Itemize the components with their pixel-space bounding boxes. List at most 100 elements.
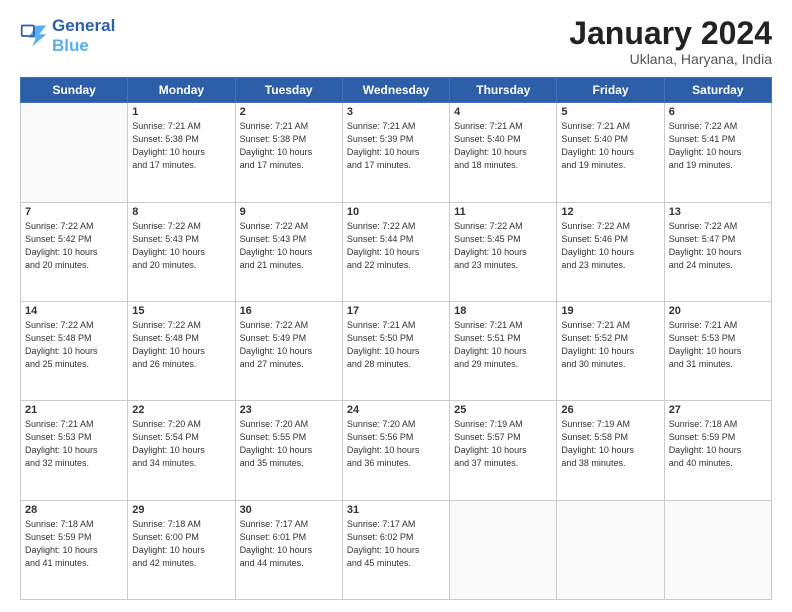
day-info: Sunrise: 7:22 AM Sunset: 5:41 PM Dayligh… xyxy=(669,120,767,172)
day-number: 2 xyxy=(240,106,338,118)
day-number: 21 xyxy=(25,404,123,416)
col-tuesday: Tuesday xyxy=(235,78,342,103)
day-info: Sunrise: 7:21 AM Sunset: 5:39 PM Dayligh… xyxy=(347,120,445,172)
day-number: 20 xyxy=(669,305,767,317)
day-number: 8 xyxy=(132,206,230,218)
logo: General Blue xyxy=(20,16,115,57)
calendar-cell: 29Sunrise: 7:18 AM Sunset: 6:00 PM Dayli… xyxy=(128,500,235,599)
col-sunday: Sunday xyxy=(21,78,128,103)
day-number: 3 xyxy=(347,106,445,118)
day-number: 14 xyxy=(25,305,123,317)
day-info: Sunrise: 7:21 AM Sunset: 5:38 PM Dayligh… xyxy=(240,120,338,172)
calendar-cell: 17 Sunrise: 7:21 AM Sunset: 5:50 PM Dayli… xyxy=(342,301,449,400)
calendar-cell: 13 Sunrise: 7:22 AM Sunset: 5:47 PM Dayli… xyxy=(664,202,771,301)
calendar-cell: 11 Sunrise: 7:22 AM Sunset: 5:45 PM Dayli… xyxy=(450,202,557,301)
title-block: January 2024 Uklana, Haryana, India xyxy=(569,16,772,67)
day-number: 11 xyxy=(454,206,552,218)
day-number: 10 xyxy=(347,206,445,218)
day-info: Sunrise: 7:21 AM Sunset: 5:53 PM Dayligh… xyxy=(669,319,767,371)
logo-icon xyxy=(20,22,48,50)
day-info: Sunrise: 7:22 AM Sunset: 5:46 PM Dayligh… xyxy=(561,220,659,272)
calendar-cell: 30 Sunrise: 7:17 AM Sunset: 6:01 PM Dayli… xyxy=(235,500,342,599)
calendar-cell: 4Sunrise: 7:21 AM Sunset: 5:40 PM Daylig… xyxy=(450,103,557,202)
day-info: Sunrise: 7:22 AM Sunset: 5:43 PM Dayligh… xyxy=(132,220,230,272)
col-friday: Friday xyxy=(557,78,664,103)
day-number: 13 xyxy=(669,206,767,218)
day-info: Sunrise: 7:18 AM Sunset: 5:59 PM Dayligh… xyxy=(669,418,767,470)
calendar-cell: 19 Sunrise: 7:21 AM Sunset: 5:52 PM Dayli… xyxy=(557,301,664,400)
day-info: Sunrise: 7:22 AM Sunset: 5:45 PM Dayligh… xyxy=(454,220,552,272)
calendar-cell: 26Sunrise: 7:19 AM Sunset: 5:58 PM Dayli… xyxy=(557,401,664,500)
day-number: 24 xyxy=(347,404,445,416)
col-monday: Monday xyxy=(128,78,235,103)
calendar-cell: 5 Sunrise: 7:21 AM Sunset: 5:40 PM Daylig… xyxy=(557,103,664,202)
calendar-cell: 27 Sunrise: 7:18 AM Sunset: 5:59 PM Dayli… xyxy=(664,401,771,500)
calendar-cell: 2 Sunrise: 7:21 AM Sunset: 5:38 PM Daylig… xyxy=(235,103,342,202)
day-number: 25 xyxy=(454,404,552,416)
day-info: Sunrise: 7:22 AM Sunset: 5:48 PM Dayligh… xyxy=(132,319,230,371)
calendar-cell: 20 Sunrise: 7:21 AM Sunset: 5:53 PM Dayli… xyxy=(664,301,771,400)
day-number: 26 xyxy=(561,404,659,416)
calendar-cell: 14 Sunrise: 7:22 AM Sunset: 5:48 PM Dayli… xyxy=(21,301,128,400)
calendar-cell: 18 Sunrise: 7:21 AM Sunset: 5:51 PM Dayli… xyxy=(450,301,557,400)
day-number: 15 xyxy=(132,305,230,317)
calendar-cell: 12 Sunrise: 7:22 AM Sunset: 5:46 PM Dayli… xyxy=(557,202,664,301)
day-number: 19 xyxy=(561,305,659,317)
calendar-cell: 7 Sunrise: 7:22 AM Sunset: 5:42 PM Daylig… xyxy=(21,202,128,301)
calendar-week-2: 7 Sunrise: 7:22 AM Sunset: 5:42 PM Daylig… xyxy=(21,202,772,301)
calendar-cell: 9Sunrise: 7:22 AM Sunset: 5:43 PM Daylig… xyxy=(235,202,342,301)
day-number: 28 xyxy=(25,504,123,516)
day-number: 6 xyxy=(669,106,767,118)
calendar-cell xyxy=(450,500,557,599)
calendar-cell: 3 Sunrise: 7:21 AM Sunset: 5:39 PM Daylig… xyxy=(342,103,449,202)
day-info: Sunrise: 7:20 AM Sunset: 5:56 PM Dayligh… xyxy=(347,418,445,470)
calendar-header-row: Sunday Monday Tuesday Wednesday Thursday… xyxy=(21,78,772,103)
day-info: Sunrise: 7:20 AM Sunset: 5:54 PM Dayligh… xyxy=(132,418,230,470)
day-number: 23 xyxy=(240,404,338,416)
day-info: Sunrise: 7:22 AM Sunset: 5:47 PM Dayligh… xyxy=(669,220,767,272)
day-number: 17 xyxy=(347,305,445,317)
page: General Blue January 2024 Uklana, Haryan… xyxy=(0,0,792,612)
day-info: Sunrise: 7:17 AM Sunset: 6:02 PM Dayligh… xyxy=(347,518,445,570)
calendar-cell xyxy=(557,500,664,599)
col-wednesday: Wednesday xyxy=(342,78,449,103)
day-info: Sunrise: 7:19 AM Sunset: 5:57 PM Dayligh… xyxy=(454,418,552,470)
day-number: 18 xyxy=(454,305,552,317)
calendar-cell xyxy=(21,103,128,202)
day-info: Sunrise: 7:22 AM Sunset: 5:44 PM Dayligh… xyxy=(347,220,445,272)
calendar-cell: 23 Sunrise: 7:20 AM Sunset: 5:55 PM Dayli… xyxy=(235,401,342,500)
day-info: Sunrise: 7:18 AM Sunset: 5:59 PM Dayligh… xyxy=(25,518,123,570)
day-number: 30 xyxy=(240,504,338,516)
day-number: 5 xyxy=(561,106,659,118)
day-number: 7 xyxy=(25,206,123,218)
col-thursday: Thursday xyxy=(450,78,557,103)
calendar-cell: 8 Sunrise: 7:22 AM Sunset: 5:43 PM Daylig… xyxy=(128,202,235,301)
day-info: Sunrise: 7:20 AM Sunset: 5:55 PM Dayligh… xyxy=(240,418,338,470)
day-info: Sunrise: 7:17 AM Sunset: 6:01 PM Dayligh… xyxy=(240,518,338,570)
day-info: Sunrise: 7:21 AM Sunset: 5:53 PM Dayligh… xyxy=(25,418,123,470)
calendar-cell: 21 Sunrise: 7:21 AM Sunset: 5:53 PM Dayli… xyxy=(21,401,128,500)
day-number: 27 xyxy=(669,404,767,416)
month-title: January 2024 xyxy=(569,16,772,51)
calendar-cell: 28 Sunrise: 7:18 AM Sunset: 5:59 PM Dayli… xyxy=(21,500,128,599)
calendar-week-3: 14 Sunrise: 7:22 AM Sunset: 5:48 PM Dayli… xyxy=(21,301,772,400)
day-info: Sunrise: 7:21 AM Sunset: 5:50 PM Dayligh… xyxy=(347,319,445,371)
calendar-cell: 10 Sunrise: 7:22 AM Sunset: 5:44 PM Dayli… xyxy=(342,202,449,301)
calendar-cell: 25 Sunrise: 7:19 AM Sunset: 5:57 PM Dayli… xyxy=(450,401,557,500)
day-info: Sunrise: 7:22 AM Sunset: 5:48 PM Dayligh… xyxy=(25,319,123,371)
day-info: Sunrise: 7:18 AM Sunset: 6:00 PM Dayligh… xyxy=(132,518,230,570)
day-number: 12 xyxy=(561,206,659,218)
day-number: 16 xyxy=(240,305,338,317)
logo-text: General Blue xyxy=(52,16,115,57)
day-info: Sunrise: 7:21 AM Sunset: 5:51 PM Dayligh… xyxy=(454,319,552,371)
day-info: Sunrise: 7:22 AM Sunset: 5:42 PM Dayligh… xyxy=(25,220,123,272)
location: Uklana, Haryana, India xyxy=(569,51,772,67)
calendar-cell: 1Sunrise: 7:21 AM Sunset: 5:38 PM Daylig… xyxy=(128,103,235,202)
day-info: Sunrise: 7:21 AM Sunset: 5:52 PM Dayligh… xyxy=(561,319,659,371)
day-number: 22 xyxy=(132,404,230,416)
day-info: Sunrise: 7:21 AM Sunset: 5:40 PM Dayligh… xyxy=(561,120,659,172)
calendar-cell: 6 Sunrise: 7:22 AM Sunset: 5:41 PM Daylig… xyxy=(664,103,771,202)
calendar-cell: 15 Sunrise: 7:22 AM Sunset: 5:48 PM Dayli… xyxy=(128,301,235,400)
calendar-cell: 24 Sunrise: 7:20 AM Sunset: 5:56 PM Dayli… xyxy=(342,401,449,500)
calendar: Sunday Monday Tuesday Wednesday Thursday… xyxy=(20,77,772,600)
